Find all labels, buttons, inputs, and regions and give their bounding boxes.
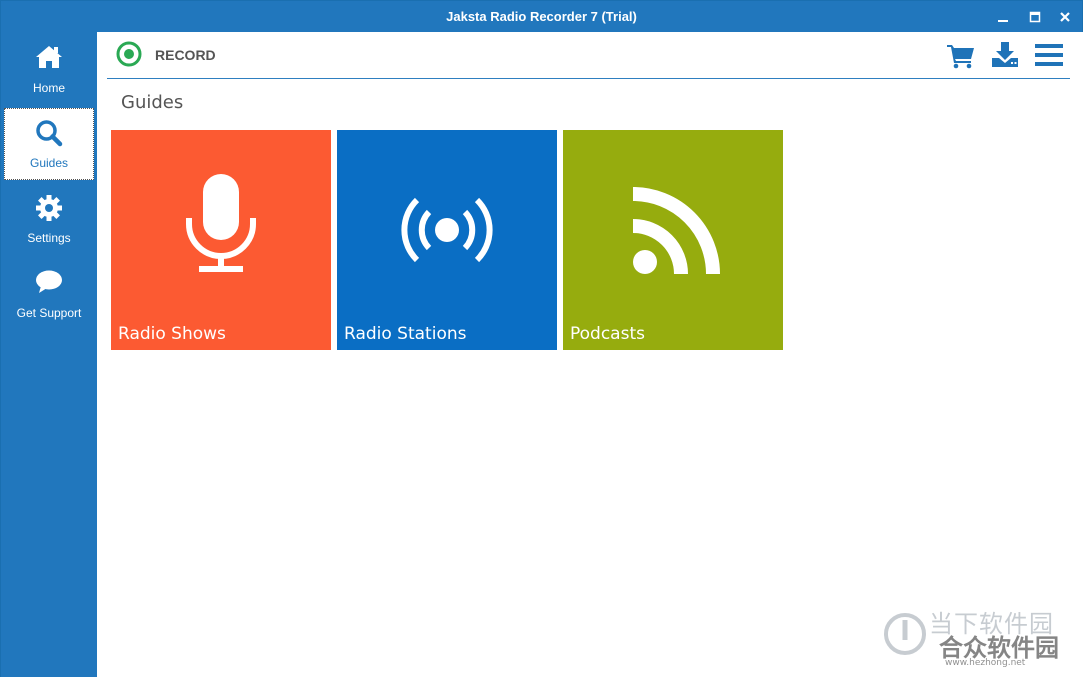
window-title: Jaksta Radio Recorder 7 (Trial) (446, 9, 637, 24)
home-icon (36, 46, 62, 68)
maximize-button[interactable] (1019, 1, 1051, 32)
tile-label: Podcasts (570, 324, 645, 344)
sidebar-item-label: Guides (29, 156, 69, 170)
close-button[interactable] (1049, 1, 1081, 32)
cart-icon[interactable] (946, 40, 976, 70)
tile-label: Radio Stations (344, 324, 467, 344)
sidebar-item-home[interactable]: Home (1, 32, 97, 107)
rss-icon (632, 187, 720, 275)
sidebar: Home Guides Settings Get Support (1, 32, 97, 677)
tile-radio-stations[interactable]: Radio Stations (337, 130, 557, 350)
maximize-icon (1029, 11, 1041, 22)
search-icon (36, 120, 63, 147)
record-button[interactable]: RECORD (155, 47, 216, 63)
menu-icon[interactable] (1034, 40, 1064, 70)
download-icon[interactable] (990, 40, 1020, 70)
toolbar: RECORD (107, 32, 1070, 79)
sidebar-item-guides[interactable]: Guides (4, 108, 94, 180)
watermark-line3: www.hezhong.net (945, 658, 1026, 668)
microphone-icon (186, 174, 256, 272)
sidebar-item-get-support[interactable]: Get Support (1, 257, 97, 332)
gear-icon (36, 195, 62, 221)
tile-radio-shows[interactable]: Radio Shows (111, 130, 331, 350)
broadcast-icon (401, 197, 493, 263)
tile-podcasts[interactable]: Podcasts (563, 130, 783, 350)
minimize-icon (998, 19, 1008, 22)
main-content: RECORD Guides Radio Shows Radio Stations… (97, 32, 1083, 677)
watermark: 当下软件园 合众软件园 www.hezhong.net (883, 602, 1073, 672)
page-title: Guides (121, 92, 184, 113)
watermark-logo-icon (884, 613, 926, 655)
record-icon[interactable] (116, 41, 142, 67)
sidebar-item-label: Settings (27, 231, 71, 245)
tile-label: Radio Shows (118, 324, 226, 344)
chat-bubble-icon (36, 270, 62, 293)
sidebar-item-label: Home (32, 81, 65, 95)
sidebar-item-label: Get Support (16, 306, 82, 320)
minimize-button[interactable] (987, 1, 1019, 32)
app-window: Jaksta Radio Recorder 7 (Trial) Home Gui… (0, 0, 1083, 677)
close-icon (1060, 11, 1070, 22)
sidebar-item-settings[interactable]: Settings (1, 182, 97, 257)
title-bar[interactable]: Jaksta Radio Recorder 7 (Trial) (1, 1, 1082, 32)
